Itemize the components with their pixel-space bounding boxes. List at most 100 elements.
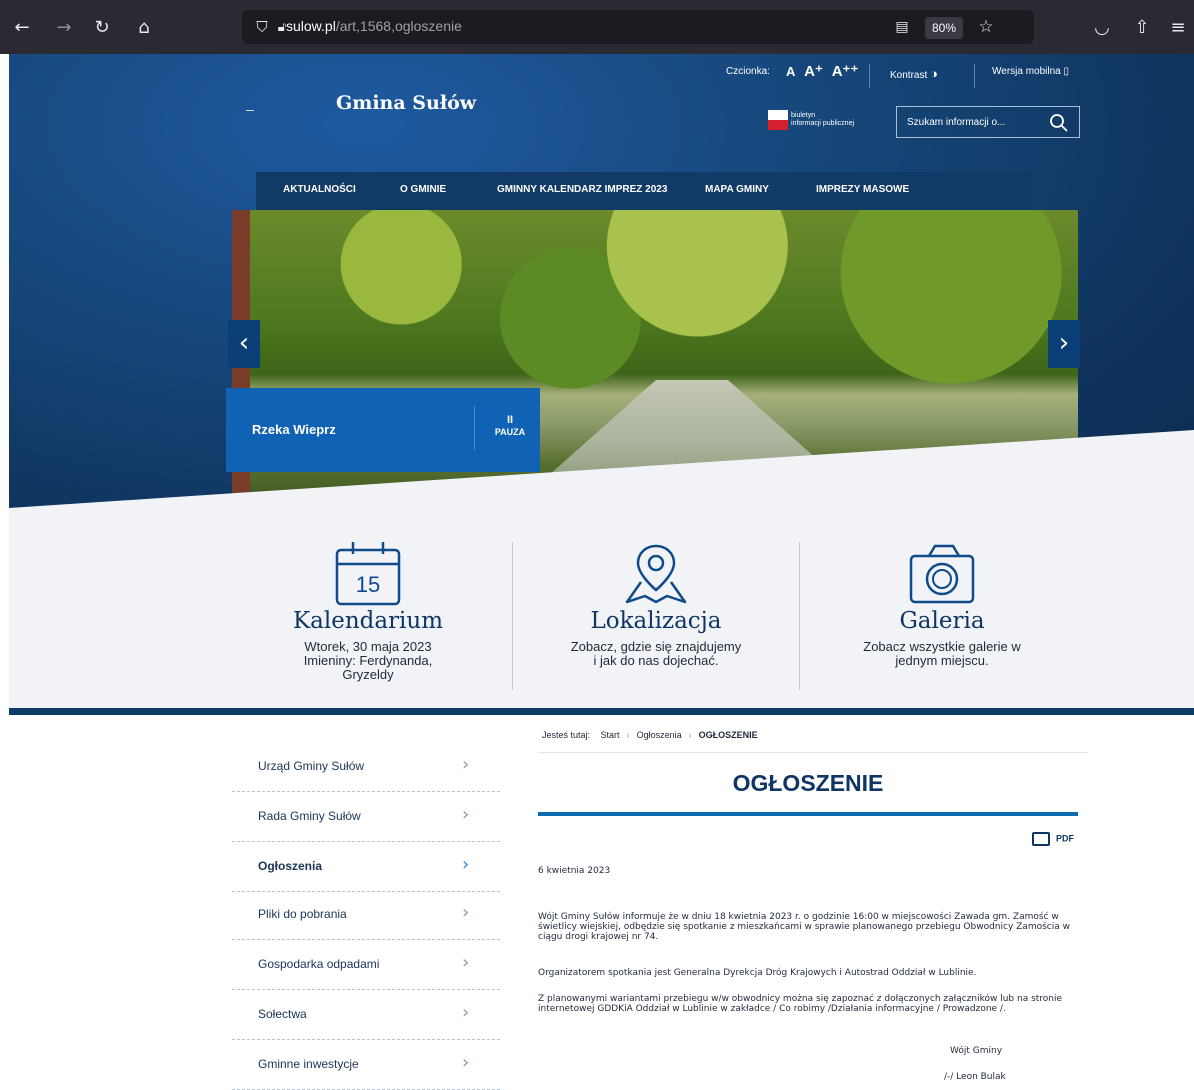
feature-divider bbox=[799, 542, 800, 690]
share-icon[interactable]: ⇧ bbox=[1130, 15, 1154, 39]
breadcrumb-current: OGŁOSZENIE bbox=[698, 730, 758, 740]
feature-title: Lokalizacja bbox=[590, 608, 722, 634]
toolbar-divider bbox=[974, 64, 975, 88]
toolbar-divider bbox=[869, 64, 870, 88]
zoom-level[interactable]: 80% bbox=[925, 17, 963, 39]
pause-label: PAUZA bbox=[494, 427, 526, 437]
signature-name: /-/ Leon Bulak bbox=[944, 1072, 1006, 1082]
feature-desc: Zobacz wszystkie galerie w jednym miejscu… bbox=[863, 639, 1021, 668]
sidebar-item-odpady[interactable]: Gospodarka odpadami › bbox=[232, 940, 500, 990]
article-paragraph-3: Z planowanymi wariantami przebiegu w/w o… bbox=[538, 994, 1063, 1014]
reader-view-icon[interactable]: ▤ bbox=[890, 15, 914, 39]
breadcrumb: Jesteś tutaj: Start › Ogłoszenia › OGŁOSZENI… bbox=[542, 730, 758, 740]
pocket-icon[interactable]: ◡ bbox=[1090, 15, 1114, 39]
reload-icon[interactable]: ↻ bbox=[90, 15, 114, 39]
address-bar[interactable]: ⛉ 🔓︎ sulow.pl/art,1568,ogloszenie ▤ 80% … bbox=[242, 10, 1034, 44]
chevron-right-icon: › bbox=[462, 1002, 470, 1023]
font-size-xlarge[interactable]: A⁺⁺ bbox=[832, 63, 859, 80]
article-paragraph-1: Wójt Gminy Sułów informuje że w dniu 18 … bbox=[538, 912, 1070, 942]
calendar-icon: 15 bbox=[335, 542, 401, 606]
feature-lokalizacja[interactable]: Lokalizacja Zobacz, gdzie się znajdujemy… bbox=[556, 520, 756, 668]
slider-next-button[interactable]: › bbox=[1048, 320, 1080, 368]
mobile-icon: ▯ bbox=[1063, 66, 1070, 77]
contrast-label: Kontrast bbox=[890, 70, 928, 81]
title-underline bbox=[538, 812, 1078, 816]
feature-title: Galeria bbox=[899, 608, 985, 634]
font-size-large[interactable]: A⁺ bbox=[804, 63, 823, 80]
contrast-icon: ◑ bbox=[930, 66, 938, 81]
camera-icon bbox=[909, 544, 975, 604]
pause-button[interactable]: II PAUZA bbox=[482, 414, 538, 438]
chevron-right-icon: › bbox=[462, 902, 470, 923]
feature-galeria[interactable]: Galeria Zobacz wszystkie galerie w jednym… bbox=[842, 520, 1042, 668]
page-title: OGŁOSZENIE bbox=[732, 770, 884, 796]
sidebar-item-inwestycje[interactable]: Gminne inwestycje › bbox=[232, 1040, 500, 1090]
calendar-day: 15 bbox=[356, 572, 380, 597]
section-divider bbox=[9, 708, 1194, 715]
chevron-right-icon: › bbox=[1058, 328, 1070, 358]
bip-line1: biuletyn bbox=[791, 112, 816, 119]
printer-icon bbox=[1032, 832, 1050, 846]
site-title[interactable]: Gmina Sułów bbox=[336, 92, 476, 114]
breadcrumb-start[interactable]: Start bbox=[601, 730, 620, 740]
chevron-right-icon: › bbox=[462, 952, 470, 973]
font-size-label: Czcionka: bbox=[726, 66, 770, 77]
forward-icon[interactable]: → bbox=[52, 15, 76, 39]
pdf-label: PDF bbox=[1056, 833, 1074, 844]
main-nav: AKTUALNOŚCI O GMINIE GMINNY KALENDARZ IM… bbox=[256, 172, 1033, 210]
feature-title: Kalendarium bbox=[292, 608, 444, 634]
contrast-toggle[interactable]: Kontrast ◑ bbox=[890, 66, 938, 81]
bip-line2: informacji publicznej bbox=[791, 120, 855, 127]
sidebar-item-pliki[interactable]: Pliki do pobrania › bbox=[232, 890, 500, 940]
nav-item-imprezy-masowe[interactable]: IMPREZY MASOWE bbox=[816, 184, 909, 195]
slider-prev-button[interactable]: ‹ bbox=[228, 320, 260, 368]
article-paragraph-2: Organizatorem spotkania jest Generalna D… bbox=[538, 968, 977, 978]
slide-title: Rzeka Wieprz bbox=[252, 422, 336, 437]
pause-icon: II bbox=[506, 414, 514, 426]
signature-title: Wójt Gminy bbox=[950, 1046, 1003, 1056]
feature-desc: Wtorek, 30 maja 2023 Imieniny: Ferdynanda… bbox=[303, 639, 433, 682]
breadcrumb-separator: › bbox=[626, 730, 630, 740]
slide-trees bbox=[232, 210, 1078, 390]
font-size-controls: A A⁺ A⁺⁺ bbox=[786, 62, 858, 80]
pdf-button[interactable]: PDF bbox=[1032, 832, 1074, 846]
chevron-right-icon: › bbox=[462, 854, 470, 875]
sidebar-item-ogloszenia[interactable]: Ogłoszenia › bbox=[232, 842, 500, 892]
breadcrumb-prefix: Jesteś tutaj: bbox=[542, 730, 591, 740]
search-input[interactable]: Szukam informacji o... bbox=[907, 117, 1005, 128]
chevron-left-icon: ‹ bbox=[238, 328, 250, 358]
nav-item-mapa-gminy[interactable]: MAPA GMINY bbox=[705, 184, 769, 195]
mobile-version-link[interactable]: Wersja mobilna ▯ bbox=[992, 66, 1069, 77]
nav-item-aktualnosci[interactable]: AKTUALNOŚCI bbox=[283, 184, 356, 195]
back-icon[interactable]: ← bbox=[10, 15, 34, 39]
feature-desc: Zobacz, gdzie się znajdujemy i jak do nas… bbox=[570, 639, 742, 668]
caption-divider bbox=[474, 406, 475, 450]
bip-flag-icon bbox=[768, 110, 788, 130]
menu-icon[interactable]: ≡ bbox=[1166, 15, 1190, 39]
search-icon[interactable] bbox=[1049, 113, 1069, 133]
mobile-label: Wersja mobilna bbox=[992, 66, 1061, 77]
bookmark-star-icon[interactable]: ☆ bbox=[974, 15, 998, 39]
nav-item-o-gminie[interactable]: O GMINIE bbox=[400, 184, 446, 195]
search-box[interactable]: Szukam informacji o... bbox=[896, 106, 1080, 138]
chevron-right-icon: › bbox=[462, 1052, 470, 1073]
sidebar-item-urzad[interactable]: Urząd Gminy Sułów › bbox=[232, 742, 500, 792]
url-text[interactable]: sulow.pl/art,1568,ogloszenie bbox=[286, 18, 462, 34]
slider-caption: Rzeka Wieprz II PAUZA bbox=[226, 388, 540, 472]
breadcrumb-ogloszenia[interactable]: Ogłoszenia bbox=[637, 730, 682, 740]
chevron-right-icon: › bbox=[462, 804, 470, 825]
feature-divider bbox=[512, 542, 513, 690]
map-pin-icon bbox=[625, 544, 687, 604]
sidebar-item-solectwa[interactable]: Sołectwa › bbox=[232, 990, 500, 1040]
breadcrumb-separator: › bbox=[688, 730, 692, 740]
font-size-normal[interactable]: A bbox=[786, 64, 795, 79]
browser-toolbar: ← → ↻ ⌂ ⛉ 🔓︎ sulow.pl/art,1568,ogloszeni… bbox=[0, 0, 1194, 54]
nav-item-kalendarz-imprez[interactable]: GMINNY KALENDARZ IMPREZ 2023 bbox=[497, 184, 667, 195]
article-date: 6 kwietnia 2023 bbox=[538, 866, 611, 876]
home-icon[interactable]: ⌂ bbox=[132, 15, 156, 39]
feature-kalendarium[interactable]: 15 Kalendarium Wtorek, 30 maja 2023 Imien… bbox=[268, 520, 468, 682]
bip-logo[interactable]: biuletyn informacji publicznej bbox=[768, 110, 854, 130]
sidebar-item-rada[interactable]: Rada Gminy Sułów › bbox=[232, 792, 500, 842]
breadcrumb-underline bbox=[538, 752, 1088, 753]
header-dash bbox=[246, 110, 254, 111]
